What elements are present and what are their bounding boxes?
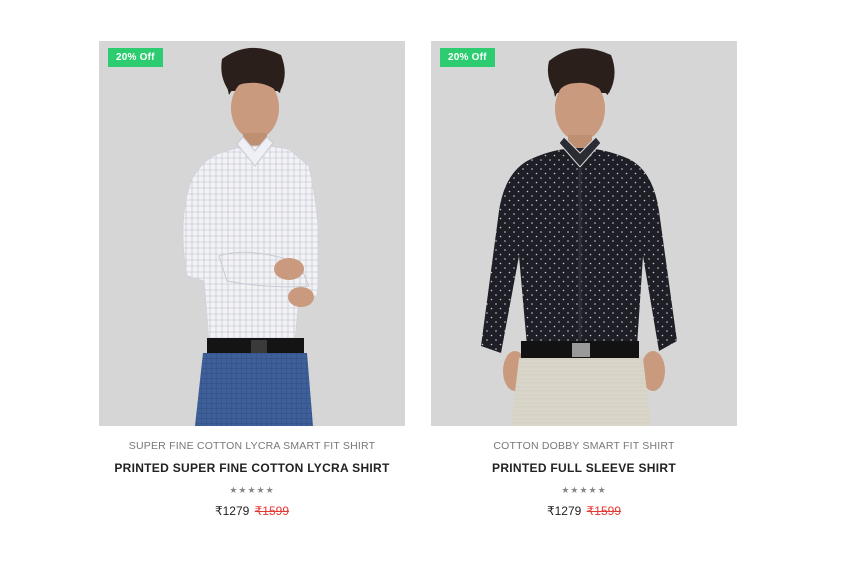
model-black-shirt-photo — [481, 48, 677, 426]
price-row: ₹1279 ₹1599 — [99, 504, 405, 518]
current-price: ₹1279 — [546, 504, 582, 518]
current-price: ₹1279 — [214, 504, 250, 518]
discount-badge: 20% Off — [108, 48, 163, 67]
product-title[interactable]: PRINTED FULL SLEEVE SHIRT — [431, 461, 737, 475]
product-title[interactable]: PRINTED SUPER FINE COTTON LYCRA SHIRT — [99, 461, 405, 475]
product-card-1[interactable]: 20% Off SUPER FINE COTTON LYCRA SMART FI… — [99, 41, 405, 518]
discount-badge: 20% Off — [440, 48, 495, 67]
rating-stars-icon: ★★★★★ — [561, 485, 607, 495]
product-card-2[interactable]: 20% Off COTTON DOBBY SMART FIT SHIRT PRI… — [431, 41, 737, 518]
price-row: ₹1279 ₹1599 — [431, 504, 737, 518]
product-grid: 20% Off SUPER FINE COTTON LYCRA SMART FI… — [0, 0, 848, 566]
original-price: ₹1599 — [586, 504, 622, 518]
model-white-shirt-photo — [182, 47, 320, 426]
rating-stars-icon: ★★★★★ — [229, 485, 275, 495]
product-image-1[interactable]: 20% Off — [99, 41, 405, 426]
product-subtitle: SUPER FINE COTTON LYCRA SMART FIT SHIRT — [128, 440, 376, 452]
original-price: ₹1599 — [254, 504, 290, 518]
product-image-2[interactable]: 20% Off — [431, 41, 737, 426]
product-subtitle: COTTON DOBBY SMART FIT SHIRT — [493, 440, 675, 452]
